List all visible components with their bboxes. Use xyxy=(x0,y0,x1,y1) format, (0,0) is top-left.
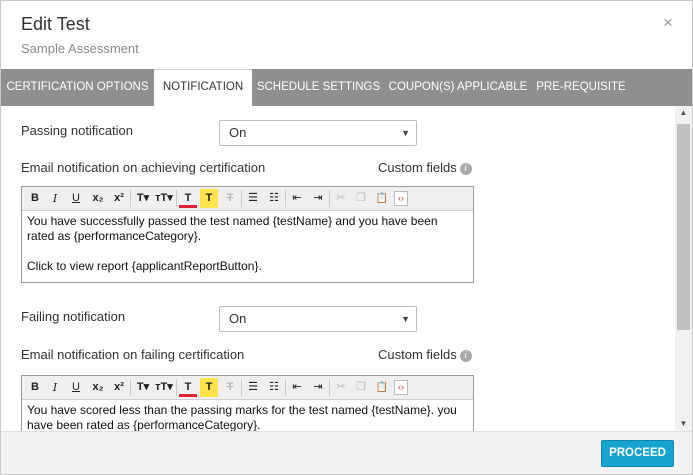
failing-notification-select[interactable]: On ▼ xyxy=(219,306,417,332)
toolbar-divider xyxy=(176,190,177,207)
remove-format-button[interactable]: T xyxy=(221,378,239,397)
editor-paragraph: You have scored less than the passing ma… xyxy=(27,403,457,431)
tab-certification-options[interactable]: CERTIFICATION OPTIONS xyxy=(1,69,154,106)
numbered-list-icon[interactable]: ☷ xyxy=(265,378,283,397)
copy-icon[interactable]: ❐ xyxy=(352,378,370,397)
tab-schedule-settings[interactable]: SCHEDULE SETTINGS xyxy=(252,69,385,106)
source-code-icon[interactable]: ‹› xyxy=(394,380,408,395)
editor-paragraph: Click to view report {applicantReportBut… xyxy=(27,259,262,273)
tab-bar: CERTIFICATION OPTIONS NOTIFICATION SCHED… xyxy=(1,69,692,106)
toolbar-divider xyxy=(130,190,131,207)
scroll-down-icon[interactable]: ▼ xyxy=(675,417,692,431)
failing-select-value: On xyxy=(229,311,247,326)
superscript-button[interactable]: x² xyxy=(110,189,128,208)
scrollbar-thumb[interactable] xyxy=(677,124,690,330)
proceed-button[interactable]: PROCEED xyxy=(601,440,674,467)
toolbar-divider xyxy=(285,379,286,396)
font-size-button[interactable]: тT▾ xyxy=(153,378,175,397)
editor-toolbar: B I U x₂ x² T▾ тT▾ T T T ☰ ☷ ⇤ ⇥ ✂ ❐ 📋 ‹… xyxy=(22,187,473,211)
bullet-list-icon[interactable]: ☰ xyxy=(244,378,262,397)
cut-icon[interactable]: ✂ xyxy=(332,378,350,397)
background-color-button[interactable]: T xyxy=(200,189,218,208)
dialog-subtitle: Sample Assessment xyxy=(21,41,139,56)
editor-toolbar: B I U x₂ x² T▾ тT▾ T T T ☰ ☷ ⇤ ⇥ ✂ ❐ 📋 ‹… xyxy=(22,376,473,400)
toolbar-divider xyxy=(241,190,242,207)
passing-select-value: On xyxy=(229,125,247,140)
dialog-header: Edit Test Sample Assessment × xyxy=(1,1,692,69)
toolbar-divider xyxy=(130,379,131,396)
dialog-footer: PROCEED xyxy=(1,431,692,474)
toolbar-divider xyxy=(241,379,242,396)
failing-email-label: Email notification on failing certificat… xyxy=(21,347,245,362)
chevron-down-icon: ▼ xyxy=(401,314,410,324)
close-icon[interactable]: × xyxy=(661,14,675,32)
custom-fields-label: Custom fields xyxy=(378,347,457,362)
content-scrollbar[interactable]: ▲ ▼ xyxy=(675,106,692,431)
passing-email-body[interactable]: You have successfully passed the test na… xyxy=(22,211,473,281)
toolbar-divider xyxy=(329,379,330,396)
font-family-button[interactable]: T▾ xyxy=(133,378,153,397)
paste-icon[interactable]: 📋 xyxy=(373,189,391,208)
tab-notification[interactable]: NOTIFICATION xyxy=(154,69,252,106)
underline-button[interactable]: U xyxy=(67,189,85,208)
toolbar-divider xyxy=(329,190,330,207)
info-icon[interactable]: i xyxy=(459,350,472,362)
remove-format-button[interactable]: T xyxy=(221,189,239,208)
passing-email-label: Email notification on achieving certific… xyxy=(21,160,266,175)
bold-button[interactable]: B xyxy=(26,378,44,397)
indent-icon[interactable]: ⇥ xyxy=(309,378,327,397)
font-family-button[interactable]: T▾ xyxy=(133,189,153,208)
text-color-button[interactable]: T xyxy=(179,189,197,208)
background-color-button[interactable]: T xyxy=(200,378,218,397)
failing-email-editor[interactable]: B I U x₂ x² T▾ тT▾ T T T ☰ ☷ ⇤ ⇥ ✂ ❐ 📋 ‹… xyxy=(21,375,474,431)
toolbar-divider xyxy=(285,190,286,207)
text-color-button[interactable]: T xyxy=(179,378,197,397)
notification-panel: Passing notification On ▼ Email notifica… xyxy=(1,106,675,431)
passing-notification-select[interactable]: On ▼ xyxy=(219,120,417,146)
failing-notification-label: Failing notification xyxy=(21,309,126,324)
tab-pre-requisite[interactable]: PRE-REQUISITE xyxy=(531,69,631,106)
dialog-title: Edit Test xyxy=(21,14,90,34)
bold-button[interactable]: B xyxy=(26,189,44,208)
numbered-list-icon[interactable]: ☷ xyxy=(265,189,283,208)
editor-paragraph: You have successfully passed the test na… xyxy=(27,214,438,243)
toolbar-divider xyxy=(176,379,177,396)
scroll-up-icon[interactable]: ▲ xyxy=(675,106,692,120)
copy-icon[interactable]: ❐ xyxy=(352,189,370,208)
indent-icon[interactable]: ⇥ xyxy=(309,189,327,208)
chevron-down-icon: ▼ xyxy=(401,128,410,138)
failing-custom-fields[interactable]: Custom fields i xyxy=(378,347,472,362)
outdent-icon[interactable]: ⇤ xyxy=(288,378,306,397)
italic-button[interactable]: I xyxy=(46,378,64,397)
paste-icon[interactable]: 📋 xyxy=(373,378,391,397)
subscript-button[interactable]: x₂ xyxy=(89,378,107,397)
underline-button[interactable]: U xyxy=(67,378,85,397)
outdent-icon[interactable]: ⇤ xyxy=(288,189,306,208)
passing-custom-fields[interactable]: Custom fields i xyxy=(378,160,472,175)
bullet-list-icon[interactable]: ☰ xyxy=(244,189,262,208)
subscript-button[interactable]: x₂ xyxy=(89,189,107,208)
font-size-button[interactable]: тT▾ xyxy=(153,189,175,208)
source-code-icon[interactable]: ‹› xyxy=(394,191,408,206)
info-icon[interactable]: i xyxy=(459,163,472,175)
edit-test-dialog: Edit Test Sample Assessment × CERTIFICAT… xyxy=(0,0,693,475)
failing-email-body[interactable]: You have scored less than the passing ma… xyxy=(22,400,473,431)
tab-coupons-applicable[interactable]: COUPON(S) APPLICABLE xyxy=(385,69,531,106)
italic-button[interactable]: I xyxy=(46,189,64,208)
cut-icon[interactable]: ✂ xyxy=(332,189,350,208)
passing-notification-label: Passing notification xyxy=(21,123,134,138)
passing-email-editor[interactable]: B I U x₂ x² T▾ тT▾ T T T ☰ ☷ ⇤ ⇥ ✂ ❐ 📋 ‹… xyxy=(21,186,474,283)
superscript-button[interactable]: x² xyxy=(110,378,128,397)
custom-fields-label: Custom fields xyxy=(378,160,457,175)
